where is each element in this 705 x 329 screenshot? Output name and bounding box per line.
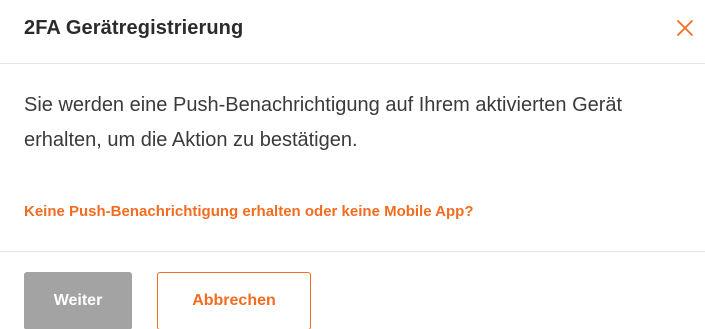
continue-button[interactable]: Weiter [24,272,132,329]
close-icon [677,20,693,36]
close-button[interactable] [673,16,697,40]
footer-divider [0,251,705,252]
two-factor-dialog: 2FA Gerätregistrierung Sie werden eine P… [0,0,705,329]
dialog-header: 2FA Gerätregistrierung [0,0,705,64]
no-push-help-link[interactable]: Keine Push-Benachrichtigung erhalten ode… [24,203,474,220]
cancel-button[interactable]: Abbrechen [157,272,311,329]
dialog-message: Sie werden eine Push-Benachrichtigung au… [24,94,623,151]
header-divider [0,63,705,64]
dialog-title: 2FA Gerätregistrierung [24,17,244,39]
